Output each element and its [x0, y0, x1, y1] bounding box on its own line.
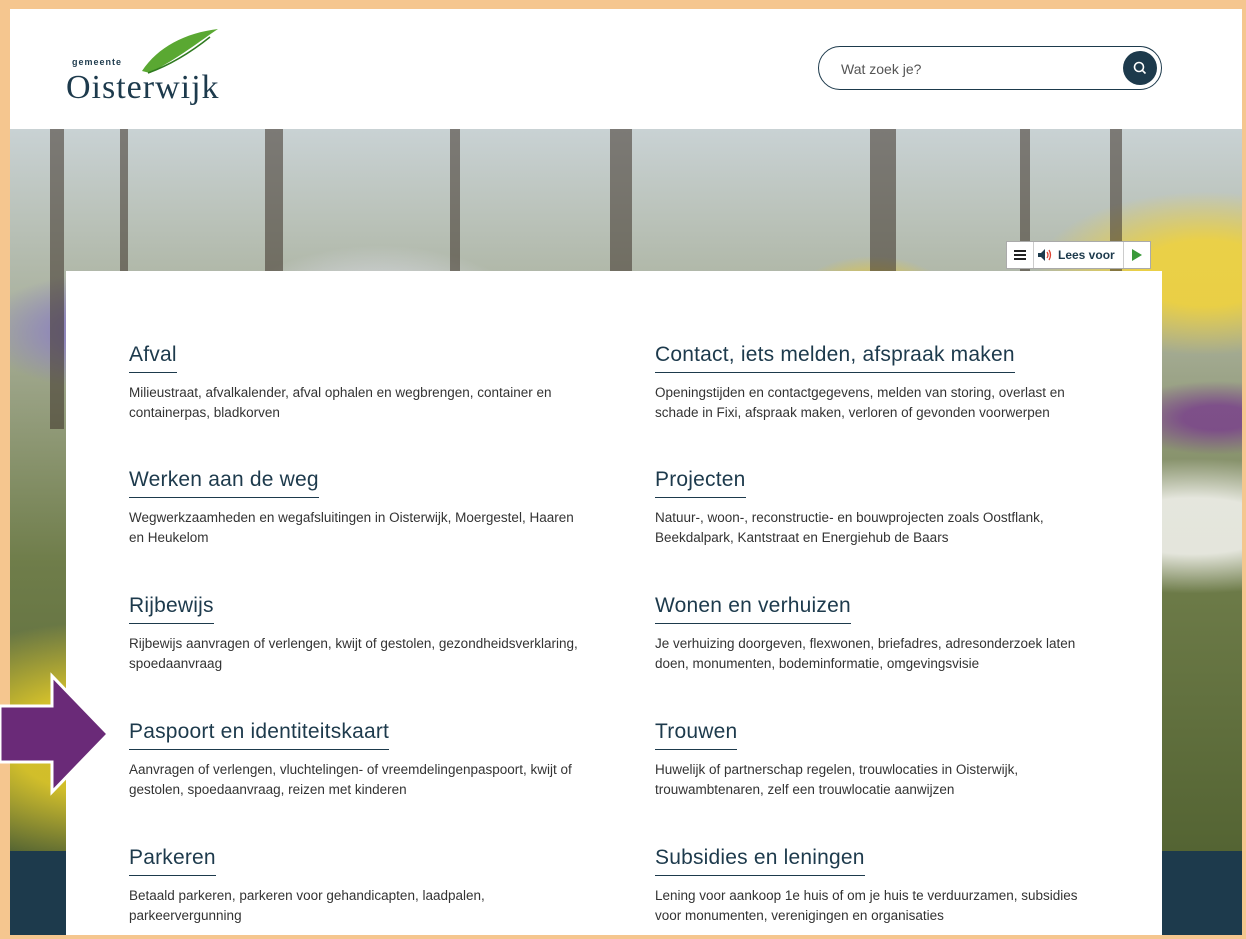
- topic-projecten: Projecten Natuur-, woon-, reconstructie-…: [655, 468, 1105, 548]
- topic-description: Wegwerkzaamheden en wegafsluitingen in O…: [129, 510, 574, 545]
- topic-description: Milieustraat, afvalkalender, afval ophal…: [129, 385, 552, 420]
- play-icon: [1131, 249, 1142, 261]
- site-header: gemeente Oisterwijk: [10, 9, 1242, 129]
- topic-link[interactable]: Parkeren: [129, 846, 216, 876]
- topic-link[interactable]: Wonen en verhuizen: [655, 594, 851, 624]
- topic-link[interactable]: Projecten: [655, 468, 746, 498]
- play-button[interactable]: [1124, 242, 1150, 268]
- topic-wonen-en-verhuizen: Wonen en verhuizen Je verhuizing doorgev…: [655, 594, 1105, 674]
- topic-description: Openingstijden en contactgegevens, melde…: [655, 385, 1065, 420]
- topic-description: Huwelijk of partnerschap regelen, trouwl…: [655, 762, 1019, 797]
- topic-rijbewijs: Rijbewijs Rijbewijs aanvragen of verleng…: [129, 594, 579, 674]
- topics-card: Afval Milieustraat, afvalkalender, afval…: [66, 271, 1162, 935]
- topic-link[interactable]: Contact, iets melden, afspraak maken: [655, 343, 1015, 373]
- pointer-arrow-icon: [0, 672, 111, 796]
- menu-icon: [1014, 250, 1026, 260]
- topic-contact: Contact, iets melden, afspraak maken Ope…: [655, 343, 1105, 423]
- read-aloud-label: Lees voor: [1058, 248, 1115, 262]
- logo-subtitle: gemeente: [72, 57, 123, 67]
- topic-link[interactable]: Rijbewijs: [129, 594, 214, 624]
- topic-description: Lening voor aankoop 1e huis of om je hui…: [655, 888, 1078, 923]
- search-input[interactable]: [839, 57, 1103, 81]
- topic-description: Je verhuizing doorgeven, flexwonen, brie…: [655, 636, 1076, 671]
- topic-description: Natuur-, woon-, reconstructie- en bouwpr…: [655, 510, 1044, 545]
- topic-afval: Afval Milieustraat, afvalkalender, afval…: [129, 343, 579, 423]
- read-aloud-button[interactable]: Lees voor: [1034, 242, 1124, 268]
- topic-paspoort: Paspoort en identiteitskaart Aanvragen o…: [129, 720, 579, 800]
- speaker-icon: [1038, 249, 1052, 261]
- page-frame: gemeente Oisterwijk Wat zoek je? Lees vo…: [10, 9, 1242, 935]
- logo-title: Oisterwijk: [66, 69, 220, 106]
- topic-description: Rijbewijs aanvragen of verlengen, kwijt …: [129, 636, 578, 671]
- readspeaker-menu-button[interactable]: [1007, 242, 1034, 268]
- topic-link[interactable]: Paspoort en identiteitskaart: [129, 720, 390, 750]
- readspeaker-bar: Lees voor: [1006, 241, 1151, 269]
- topic-description: Aanvragen of verlengen, vluchtelingen- o…: [129, 762, 572, 797]
- topic-description: Betaald parkeren, parkeren voor gehandic…: [129, 888, 485, 923]
- topic-link[interactable]: Afval: [129, 343, 177, 373]
- topic-werken-aan-de-weg: Werken aan de weg Wegwerkzaamheden en we…: [129, 468, 579, 548]
- search-button[interactable]: [1123, 51, 1157, 85]
- topic-link[interactable]: Werken aan de weg: [129, 468, 319, 498]
- topic-parkeren: Parkeren Betaald parkeren, parkeren voor…: [129, 846, 579, 926]
- topic-link[interactable]: Trouwen: [655, 720, 738, 750]
- search-box: [818, 46, 1162, 90]
- topic-trouwen: Trouwen Huwelijk of partnerschap regelen…: [655, 720, 1105, 800]
- search-icon: [1133, 61, 1147, 75]
- site-logo[interactable]: gemeente Oisterwijk: [60, 27, 260, 107]
- topic-link[interactable]: Subsidies en leningen: [655, 846, 865, 876]
- topic-subsidies: Subsidies en leningen Lening voor aankoo…: [655, 846, 1105, 926]
